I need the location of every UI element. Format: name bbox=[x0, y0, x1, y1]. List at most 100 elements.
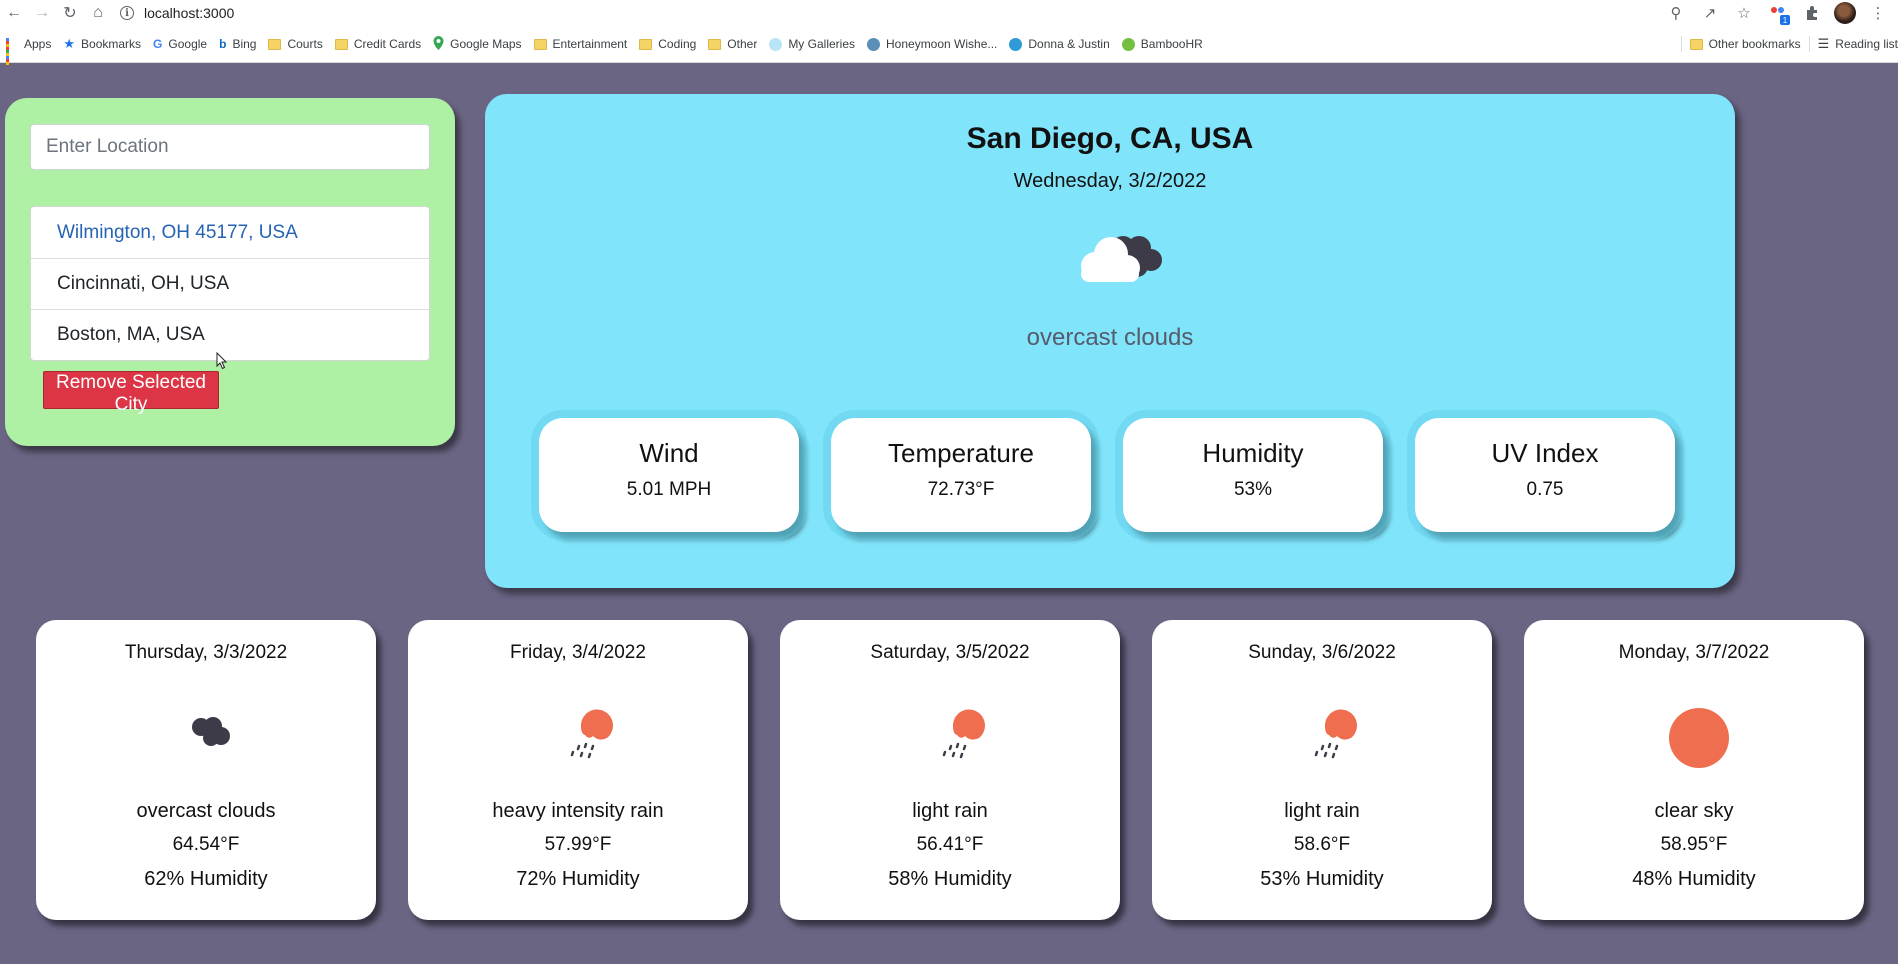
globe-icon bbox=[867, 37, 880, 51]
bookmark-google[interactable]: G Google bbox=[153, 37, 207, 51]
forecast-description: clear sky bbox=[1654, 800, 1734, 822]
bookmark-label: Google bbox=[168, 37, 208, 51]
bookmarks-separator bbox=[1808, 36, 1810, 52]
remove-selected-city-button[interactable]: Remove Selected City bbox=[43, 371, 219, 415]
bookmark-bing[interactable]: b Bing bbox=[219, 37, 256, 51]
bookmarks-separator bbox=[1680, 36, 1682, 52]
map-pin-icon bbox=[433, 35, 444, 53]
forecast-humidity: 48% Humidity bbox=[1632, 868, 1756, 890]
current-city-title: San Diego, CA, USA bbox=[966, 122, 1254, 155]
reading-list[interactable]: ☰ Reading list bbox=[1818, 36, 1898, 52]
address-bar-row: ← → ↻ ⌂ i localhost:3000 ⚲ ↗ ☆ 1 ⋮ bbox=[0, 0, 1898, 26]
location-input[interactable] bbox=[30, 124, 430, 170]
humidity-label: Humidity bbox=[1202, 438, 1304, 468]
star-bookmark-icon[interactable]: ☆ bbox=[1732, 1, 1756, 25]
url-text: localhost:3000 bbox=[144, 5, 235, 21]
forecast-humidity: 53% Humidity bbox=[1260, 868, 1384, 890]
wind-card: Wind 5.01 MPH bbox=[539, 418, 799, 532]
site-info-icon[interactable]: i bbox=[120, 6, 134, 20]
reload-icon[interactable]: ↻ bbox=[56, 0, 84, 26]
extension-badge: 1 bbox=[1780, 15, 1790, 25]
bookmark-honeymoon[interactable]: Honeymoon Wishe... bbox=[867, 37, 997, 51]
mouse-cursor-icon bbox=[216, 352, 228, 370]
apps-grid-icon bbox=[6, 38, 18, 65]
bookmark-label: Donna & Justin bbox=[1028, 37, 1110, 51]
bookmark-donna-justin[interactable]: Donna & Justin bbox=[1009, 37, 1110, 51]
bookmark-courts[interactable]: Courts bbox=[268, 37, 323, 51]
bookmark-label: Coding bbox=[658, 37, 697, 51]
bookmarks-bar: Apps ★ Bookmarks G Google b Bing Courts … bbox=[0, 32, 1898, 65]
folder-icon bbox=[268, 38, 282, 50]
uv-index-label: UV Index bbox=[1491, 438, 1599, 468]
forecast-date: Saturday, 3/5/2022 bbox=[870, 642, 1030, 663]
reading-list-label: Reading list bbox=[1835, 37, 1898, 51]
bookmark-label: Google Maps bbox=[450, 37, 522, 51]
sun-icon bbox=[1669, 708, 1729, 768]
folder-icon bbox=[1689, 38, 1703, 50]
current-description: overcast clouds bbox=[1026, 324, 1194, 351]
overcast-clouds-icon bbox=[192, 717, 230, 746]
forecast-card: Saturday, 3/5/2022 light rain 56.41°F 58… bbox=[780, 620, 1120, 920]
bookmark-google-maps[interactable]: Google Maps bbox=[433, 35, 522, 53]
rain-icon bbox=[942, 709, 985, 759]
forecast-humidity: 72% Humidity bbox=[516, 868, 640, 890]
rain-icon bbox=[1314, 709, 1357, 759]
folder-icon bbox=[708, 38, 722, 50]
extension-badge-icon[interactable]: 1 bbox=[1766, 1, 1790, 25]
bookmark-other[interactable]: Other bbox=[708, 37, 757, 51]
city-item-boston[interactable]: Boston, MA, USA bbox=[31, 309, 429, 360]
zoom-icon[interactable]: ⚲ bbox=[1664, 1, 1688, 25]
bookmark-entertainment[interactable]: Entertainment bbox=[533, 37, 628, 51]
bookmark-label: Entertainment bbox=[552, 37, 628, 51]
forward-icon[interactable]: → bbox=[28, 0, 56, 26]
address-bar[interactable]: i localhost:3000 bbox=[120, 5, 234, 21]
wind-value: 5.01 MPH bbox=[626, 479, 712, 500]
forecast-temperature: 58.95°F bbox=[1660, 834, 1728, 855]
city-item-cincinnati[interactable]: Cincinnati, OH, USA bbox=[31, 258, 429, 309]
humidity-value: 53% bbox=[1233, 479, 1273, 500]
back-icon[interactable]: ← bbox=[0, 0, 28, 26]
saved-city-list: Wilmington, OH 45177, USA Cincinnati, OH… bbox=[30, 206, 430, 361]
menu-kebab-icon[interactable]: ⋮ bbox=[1866, 1, 1890, 25]
bookmark-coding[interactable]: Coding bbox=[639, 37, 696, 51]
other-bookmarks-label: Other bookmarks bbox=[1708, 37, 1801, 51]
forecast-date: Monday, 3/7/2022 bbox=[1618, 642, 1770, 663]
forecast-date: Thursday, 3/3/2022 bbox=[124, 642, 288, 663]
forecast-temperature: 57.99°F bbox=[544, 834, 612, 855]
wind-label: Wind bbox=[639, 438, 699, 468]
forecast-temperature: 58.6°F bbox=[1293, 834, 1351, 855]
forecast-card: Monday, 3/7/2022 clear sky 58.95°F 48% H… bbox=[1524, 620, 1864, 920]
profile-avatar[interactable] bbox=[1834, 2, 1856, 24]
uv-index-value: 0.75 bbox=[1526, 479, 1564, 500]
share-icon[interactable]: ↗ bbox=[1698, 1, 1722, 25]
forecast-card: Friday, 3/4/2022 heavy intensity rain 57… bbox=[408, 620, 748, 920]
extensions-puzzle-icon[interactable] bbox=[1800, 1, 1824, 25]
temperature-label: Temperature bbox=[888, 438, 1034, 468]
browser-chrome: ← → ↻ ⌂ i localhost:3000 ⚲ ↗ ☆ 1 ⋮ Apps bbox=[0, 0, 1898, 65]
current-weather-panel: San Diego, CA, USA Wednesday, 3/2/2022 o… bbox=[485, 94, 1735, 588]
folder-icon bbox=[639, 38, 653, 50]
overcast-clouds-icon bbox=[1081, 236, 1162, 282]
folder-icon bbox=[533, 38, 547, 50]
bookmark-label: Credit Cards bbox=[353, 37, 422, 51]
temperature-card: Temperature 72.73°F bbox=[831, 418, 1091, 532]
folder-icon bbox=[334, 38, 348, 50]
other-bookmarks[interactable]: Other bookmarks bbox=[1689, 37, 1801, 51]
bookmark-apps[interactable]: Apps bbox=[6, 37, 51, 65]
forecast-description: light rain bbox=[912, 800, 988, 822]
bookmark-label: Bookmarks bbox=[81, 37, 142, 51]
bookmark-label: Bing bbox=[232, 37, 257, 51]
city-item-wilmington[interactable]: Wilmington, OH 45177, USA bbox=[31, 207, 429, 258]
bookmark-label: Courts bbox=[287, 37, 323, 51]
temperature-value: 72.73°F bbox=[927, 479, 995, 500]
bookmark-my-galleries[interactable]: My Galleries bbox=[769, 37, 855, 51]
bookmark-label: BambooHR bbox=[1140, 37, 1203, 51]
bookmark-bookmarks[interactable]: ★ Bookmarks bbox=[63, 36, 141, 52]
bookmark-credit-cards[interactable]: Credit Cards bbox=[334, 37, 422, 51]
forecast-date: Sunday, 3/6/2022 bbox=[1248, 642, 1396, 663]
uv-index-card: UV Index 0.75 bbox=[1415, 418, 1675, 532]
search-sidebar: Wilmington, OH 45177, USA Cincinnati, OH… bbox=[5, 98, 455, 446]
forecast-temperature: 64.54°F bbox=[172, 834, 240, 855]
home-icon[interactable]: ⌂ bbox=[84, 0, 112, 26]
bookmark-bamboohr[interactable]: BambooHR bbox=[1121, 37, 1203, 51]
